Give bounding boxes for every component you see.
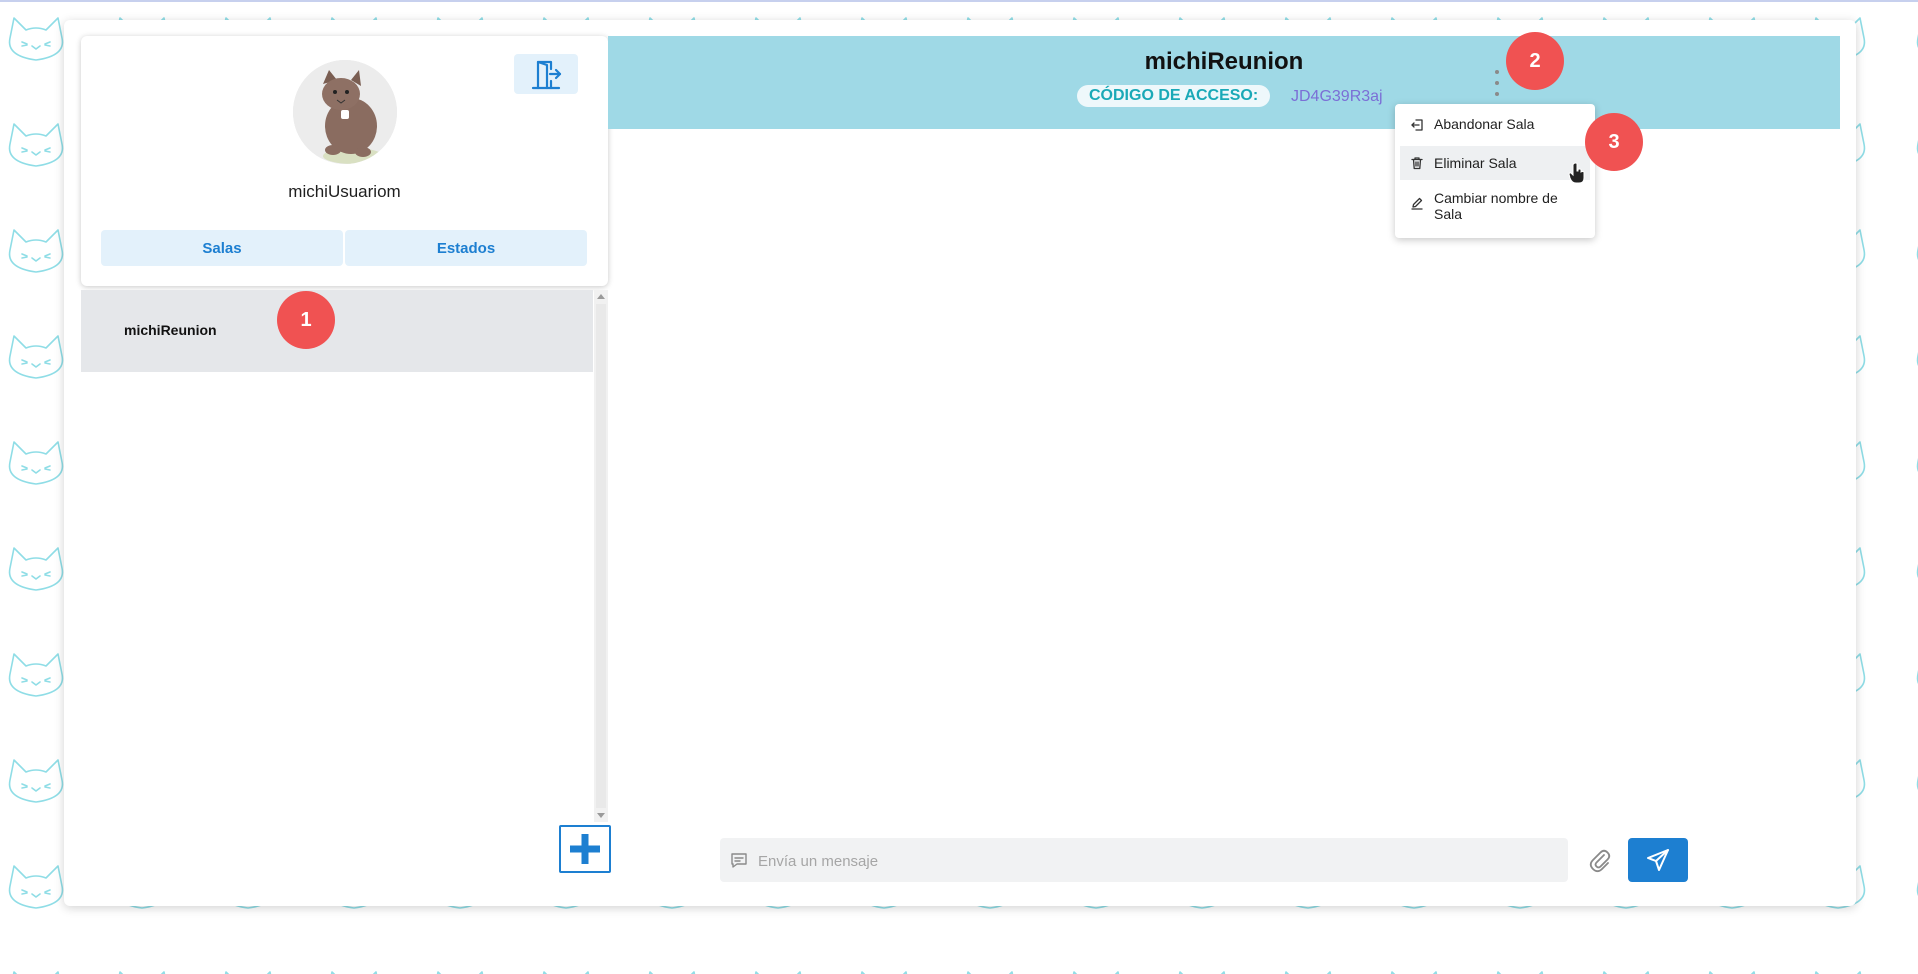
menu-item-label: Eliminar Sala [1434,155,1517,171]
scroll-down-arrow-icon[interactable] [597,813,605,818]
logout-button[interactable] [514,54,578,94]
scroll-up-arrow-icon[interactable] [597,294,605,299]
kebab-dot-icon [1495,70,1499,74]
menu-item-eliminar-sala[interactable]: Eliminar Sala [1400,146,1590,180]
access-code-value: JD4G39R3aj [1291,88,1383,105]
access-code-label: CÓDIGO DE ACCESO: [1077,85,1271,107]
step-marker-3: 3 [1585,113,1643,171]
tab-salas[interactable]: Salas [101,230,343,266]
attach-button[interactable] [1588,848,1612,874]
message-input[interactable] [756,838,1560,884]
hand-cursor-icon [1568,162,1585,184]
scroll-thumb[interactable] [596,304,606,808]
tab-estados[interactable]: Estados [345,230,587,266]
username: michiUsuariom [288,182,401,201]
send-button[interactable] [1628,838,1688,882]
room-title: michiReunion [1144,48,1304,75]
edit-icon [1411,197,1423,210]
menu-item-cambiar-nombre[interactable]: Cambiar nombre de Sala [1400,190,1590,230]
menu-item-abandonar-sala[interactable]: Abandonar Sala [1400,116,1590,140]
room-options-menu-button[interactable] [1490,70,1504,96]
cat-avatar-image [293,60,397,164]
paperclip-icon [1589,849,1611,873]
chat-header: michiReunion CÓDIGO DE ACCESO: JD4G39R3a… [608,36,1840,129]
room-list-scrollbar[interactable] [594,290,608,822]
menu-item-label: Cambiar nombre de Sala [1434,190,1558,222]
send-plane-icon [1647,849,1669,871]
door-exit-icon [531,60,562,90]
profile-card: michiUsuariom Salas Estados [81,36,608,286]
add-room-button[interactable] [559,825,611,873]
trash-icon [1411,157,1423,170]
kebab-dot-icon [1495,92,1499,96]
leave-icon [1411,119,1423,131]
room-list: michiReunion [81,290,593,820]
room-options-dropdown: Abandonar Sala Eliminar Sala Cambiar nom… [1395,104,1595,238]
kebab-dot-icon [1495,81,1499,85]
message-input-container [720,838,1568,884]
avatar [293,60,397,164]
room-list-item[interactable]: michiReunion [81,290,593,372]
message-icon [731,853,747,868]
menu-item-label: Abandonar Sala [1434,116,1535,132]
plus-icon [570,834,600,864]
step-marker-1: 1 [277,291,335,349]
room-name: michiReunion [124,322,217,338]
step-marker-2: 2 [1506,32,1564,90]
